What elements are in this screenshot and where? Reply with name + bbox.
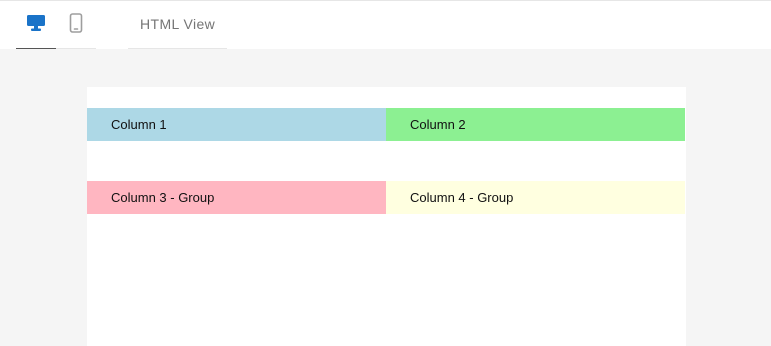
- tab-desktop-view[interactable]: [16, 2, 56, 50]
- preview-area: Column 1 Column 2 Column 3 - Group Colum…: [0, 49, 771, 346]
- column-4-group-cell[interactable]: Column 4 - Group: [386, 181, 685, 214]
- view-mode-toolbar: HTML View: [0, 0, 771, 50]
- tab-mobile-view[interactable]: [56, 2, 96, 50]
- layout-row-1: Column 1 Column 2: [87, 108, 685, 141]
- layout-row-2-group: Column 3 - Group Column 4 - Group: [87, 181, 685, 214]
- column-2-cell[interactable]: Column 2: [386, 108, 685, 141]
- tab-html-view[interactable]: HTML View: [128, 2, 227, 50]
- column-3-group-cell[interactable]: Column 3 - Group: [87, 181, 386, 214]
- tab-html-view-label: HTML View: [140, 16, 216, 32]
- desktop-icon: [26, 14, 46, 37]
- column-1-cell[interactable]: Column 1: [87, 108, 386, 141]
- mobile-phone-icon: [69, 12, 83, 38]
- layout-canvas: Column 1 Column 2 Column 3 - Group Colum…: [87, 87, 686, 346]
